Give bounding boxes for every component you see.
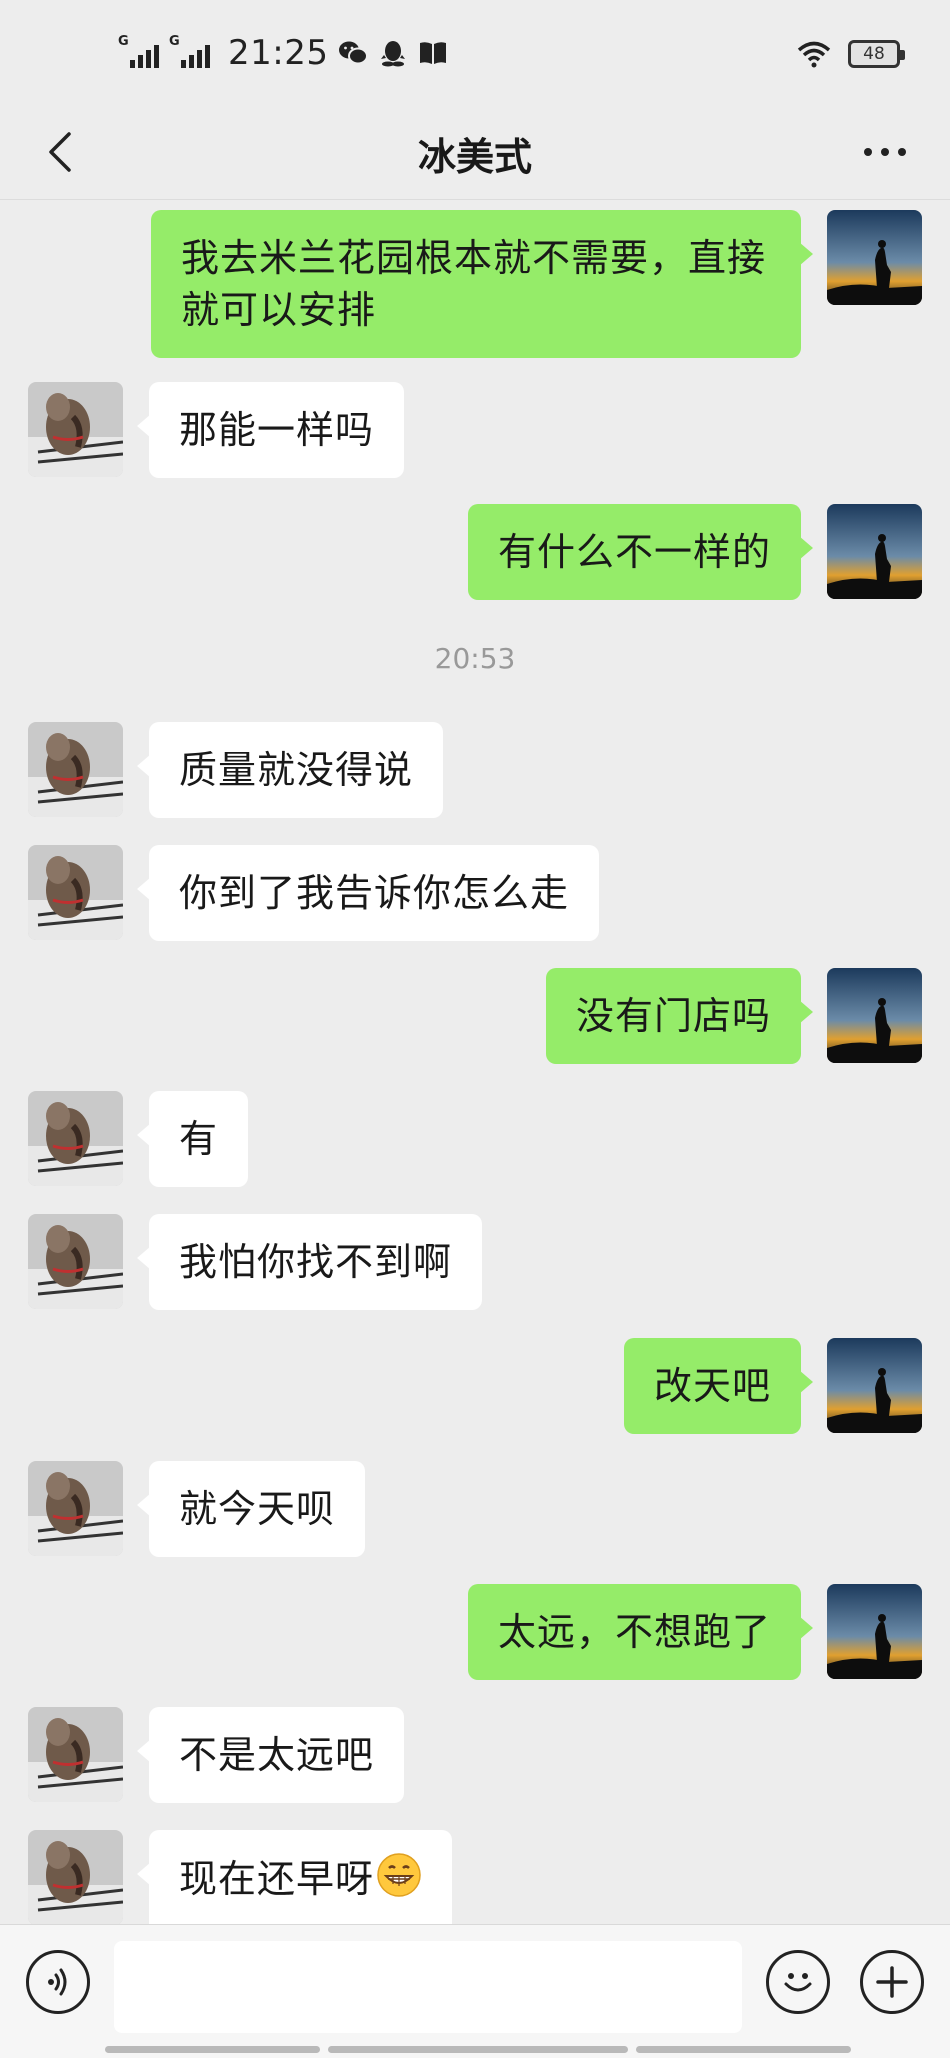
voice-button[interactable] bbox=[26, 1950, 90, 2014]
signal-icon: G bbox=[118, 34, 159, 68]
message-bubble[interactable]: 不是太远吧 bbox=[136, 1707, 405, 1803]
contact-avatar[interactable] bbox=[28, 722, 123, 817]
wifi-icon bbox=[796, 39, 832, 69]
voice-icon bbox=[48, 1968, 67, 1996]
message-bubble[interactable]: 你到了我告诉你怎么走 bbox=[136, 845, 600, 941]
contact-avatar[interactable] bbox=[28, 382, 123, 477]
chat-area[interactable]: 我去米兰花园根本就不需要，直接就可以安排 那能一样吗 有什么不一样的 20:53… bbox=[0, 200, 950, 1924]
message-text: 现在还早呀 bbox=[179, 1857, 375, 1901]
network-type-label: G bbox=[169, 34, 180, 49]
more-horizontal-icon bbox=[864, 148, 872, 156]
contact-avatar[interactable] bbox=[28, 1091, 123, 1186]
plus-icon bbox=[876, 1966, 908, 1998]
signal-icon: G bbox=[169, 34, 210, 68]
status-left: G G 21:25 bbox=[118, 28, 448, 78]
message-bubble[interactable]: 有 bbox=[136, 1091, 249, 1187]
status-right: 48 bbox=[796, 32, 905, 76]
home-indicator bbox=[105, 2046, 851, 2053]
message-bubble[interactable]: 那能一样吗 bbox=[136, 382, 405, 478]
contact-avatar[interactable] bbox=[28, 1214, 123, 1309]
emoji-button[interactable] bbox=[766, 1950, 830, 2014]
battery-level: 48 bbox=[863, 44, 885, 64]
my-avatar[interactable] bbox=[827, 1584, 922, 1679]
message-bubble[interactable]: 现在还早呀 bbox=[136, 1830, 453, 1924]
plus-button[interactable] bbox=[860, 1950, 924, 2014]
network-type-label: G bbox=[118, 34, 129, 49]
message-timestamp: 20:53 bbox=[434, 642, 516, 675]
contact-avatar[interactable] bbox=[28, 845, 123, 940]
message-bubble[interactable]: 我怕你找不到啊 bbox=[136, 1214, 483, 1310]
contact-avatar[interactable] bbox=[28, 1830, 123, 1924]
message-bubble[interactable]: 我去米兰花园根本就不需要，直接就可以安排 bbox=[151, 210, 813, 358]
my-avatar[interactable] bbox=[827, 504, 922, 599]
my-avatar[interactable] bbox=[827, 1338, 922, 1433]
message-bubble[interactable]: 有什么不一样的 bbox=[467, 504, 814, 600]
contact-avatar[interactable] bbox=[28, 1707, 123, 1802]
message-bubble[interactable]: 就今天呗 bbox=[136, 1461, 366, 1557]
chat-title: 冰美式 bbox=[417, 135, 532, 179]
qq-icon bbox=[378, 38, 408, 68]
battery-icon: 48 bbox=[848, 40, 905, 68]
input-bar bbox=[0, 1924, 950, 2058]
status-time: 21:25 bbox=[228, 33, 329, 73]
smile-icon bbox=[784, 1973, 812, 1992]
my-avatar[interactable] bbox=[827, 968, 922, 1063]
more-button[interactable] bbox=[850, 122, 920, 182]
message-bubble[interactable]: 改天吧 bbox=[623, 1338, 814, 1434]
status-bar: G G 21:25 48 bbox=[0, 0, 950, 104]
book-icon bbox=[418, 38, 448, 68]
message-input[interactable] bbox=[114, 1941, 742, 2033]
nav-bar: 冰美式 bbox=[0, 104, 950, 200]
message-bubble[interactable]: 太远，不想跑了 bbox=[467, 1584, 814, 1680]
message-bubble[interactable]: 质量就没得说 bbox=[136, 722, 444, 818]
message-bubble[interactable]: 没有门店吗 bbox=[545, 968, 814, 1064]
my-avatar[interactable] bbox=[827, 210, 922, 305]
wechat-icon bbox=[338, 38, 369, 68]
grinning-emoji-icon bbox=[376, 1852, 422, 1911]
contact-avatar[interactable] bbox=[28, 1461, 123, 1556]
